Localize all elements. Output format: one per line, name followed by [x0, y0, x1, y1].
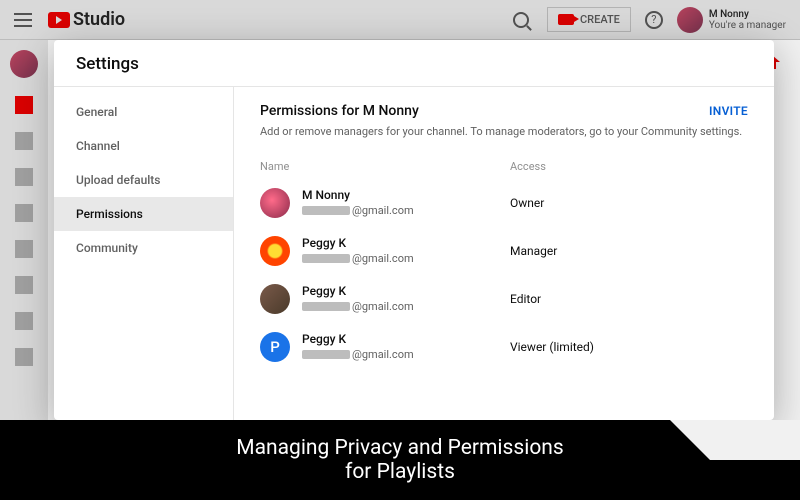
left-rail: [0, 40, 48, 440]
user-email: @gmail.com: [302, 300, 510, 314]
modal-title: Settings: [54, 40, 774, 86]
nav-channel[interactable]: Channel: [54, 129, 233, 163]
camera-icon: [558, 14, 574, 25]
search-icon[interactable]: [513, 12, 529, 28]
subtitles-icon[interactable]: [15, 276, 33, 294]
user-avatar: [260, 236, 290, 266]
permissions-panel: Permissions for M Nonny INVITE Add or re…: [234, 87, 774, 420]
user-email: @gmail.com: [302, 204, 510, 218]
library-icon[interactable]: [15, 348, 33, 366]
user-email: @gmail.com: [302, 348, 510, 362]
help-icon[interactable]: ?: [645, 11, 663, 29]
caption-line2: for Playlists: [345, 460, 455, 484]
channel-avatar[interactable]: [10, 50, 38, 78]
user-name: M Nonny: [302, 188, 510, 204]
avatar: [677, 7, 703, 33]
analytics-icon[interactable]: [15, 204, 33, 222]
user-access: Manager: [510, 244, 557, 258]
panel-title: Permissions for M Nonny: [260, 103, 419, 119]
user-row: P Peggy K @gmail.com Viewer (limited): [260, 323, 748, 371]
user-avatar: P: [260, 332, 290, 362]
user-access: Owner: [510, 196, 544, 210]
create-button[interactable]: CREATE: [547, 7, 631, 32]
panel-description: Add or remove managers for your channel.…: [260, 125, 748, 138]
settings-nav: General Channel Upload defaults Permissi…: [54, 87, 234, 420]
user-avatar: [260, 188, 290, 218]
playlists-icon[interactable]: [15, 168, 33, 186]
top-bar: Studio CREATE ? M Nonny You're a manager: [0, 0, 800, 40]
user-name: Peggy K: [302, 332, 510, 348]
caption-line1: Managing Privacy and Permissions: [236, 436, 563, 460]
comments-icon[interactable]: [15, 240, 33, 258]
content-icon[interactable]: [15, 132, 33, 150]
settings-modal: Settings General Channel Upload defaults…: [54, 40, 774, 420]
user-name: Peggy K: [302, 284, 510, 300]
user-avatar: [260, 284, 290, 314]
nav-upload-defaults[interactable]: Upload defaults: [54, 163, 233, 197]
user-row: Peggy K @gmail.com Manager: [260, 227, 748, 275]
caption-text: Managing Privacy and Permissions for Pla…: [0, 420, 800, 500]
youtube-icon: [48, 12, 70, 28]
account-name: M Nonny: [709, 9, 786, 20]
nav-community[interactable]: Community: [54, 231, 233, 265]
dashboard-icon[interactable]: [15, 96, 33, 114]
create-label: CREATE: [580, 13, 620, 26]
studio-logo[interactable]: Studio: [48, 9, 125, 30]
col-access-header: Access: [510, 160, 546, 173]
user-access: Editor: [510, 292, 541, 306]
account-chip[interactable]: M Nonny You're a manager: [677, 7, 786, 33]
logo-text: Studio: [73, 9, 125, 30]
invite-button[interactable]: INVITE: [709, 104, 748, 118]
nav-general[interactable]: General: [54, 95, 233, 129]
user-access: Viewer (limited): [510, 340, 594, 354]
user-row: M Nonny @gmail.com Owner: [260, 179, 748, 227]
user-email: @gmail.com: [302, 252, 510, 266]
user-name: Peggy K: [302, 236, 510, 252]
monetization-icon[interactable]: [15, 312, 33, 330]
user-row: Peggy K @gmail.com Editor: [260, 275, 748, 323]
account-subtitle: You're a manager: [709, 20, 786, 31]
menu-icon[interactable]: [14, 13, 32, 27]
col-name-header: Name: [260, 160, 510, 173]
nav-permissions[interactable]: Permissions: [54, 197, 233, 231]
